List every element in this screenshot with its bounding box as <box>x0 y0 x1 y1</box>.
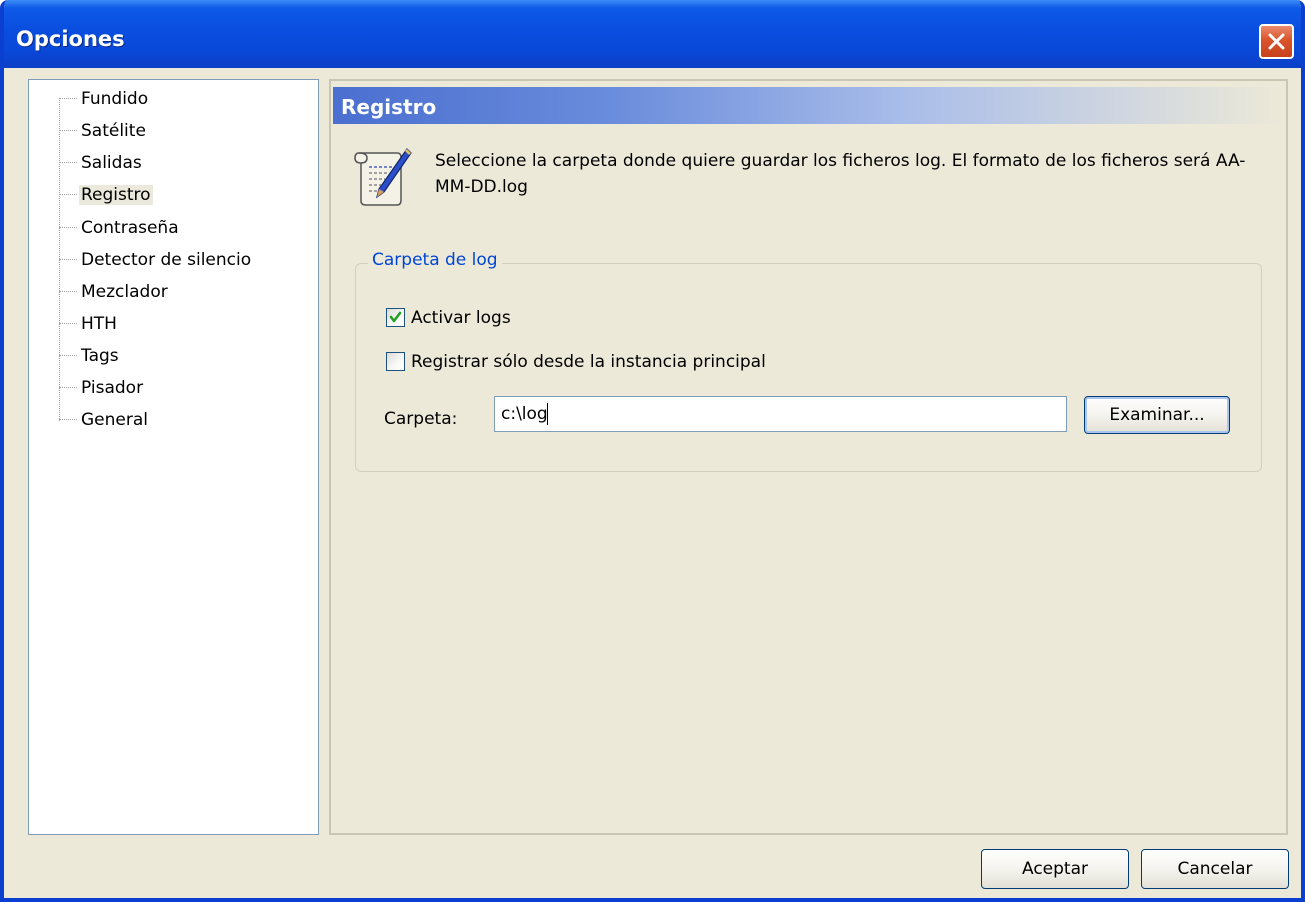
panel-title: Registro <box>341 95 437 119</box>
browse-button[interactable]: Examinar... <box>1084 396 1230 434</box>
group-legend: Carpeta de log <box>368 250 502 270</box>
tree-item-hth[interactable]: HTH <box>59 309 123 339</box>
options-tree[interactable]: Fundido Satélite Salidas Registro Contra… <box>28 79 319 835</box>
panel-header: Registro <box>333 87 1284 124</box>
tree-item-registro[interactable]: Registro <box>59 180 157 210</box>
tree-item-satelite[interactable]: Satélite <box>59 116 152 146</box>
tree-item-label: Mezclador <box>81 282 168 302</box>
tree-item-label: Tags <box>81 346 119 366</box>
activate-logs-label[interactable]: Activar logs <box>411 308 511 328</box>
tree-item-label: General <box>81 410 148 430</box>
tree-item-fundido[interactable]: Fundido <box>59 84 154 114</box>
tree-item-general[interactable]: General <box>59 405 154 435</box>
tree-item-pisador[interactable]: Pisador <box>59 373 149 403</box>
tree-item-detector-de-silencio[interactable]: Detector de silencio <box>59 245 257 275</box>
log-folder-group: Carpeta de log Activar logs Registrar só… <box>355 250 1262 472</box>
tree-item-label: Fundido <box>81 89 149 109</box>
cancel-button[interactable]: Cancelar <box>1141 849 1289 889</box>
folder-input[interactable]: c:\log <box>494 396 1067 432</box>
folder-label: Carpeta: <box>384 409 458 429</box>
description-text: Seleccione la carpeta donde quiere guard… <box>435 151 1246 197</box>
tree-item-label: HTH <box>81 314 117 334</box>
settings-panel: Registro Seleccione la carpeta donde qui… <box>329 79 1288 835</box>
main-instance-only-label[interactable]: Registrar sólo desde la instancia princi… <box>411 352 766 372</box>
main-instance-only-checkbox[interactable] <box>386 352 405 371</box>
folder-input-value: c:\log <box>501 404 548 424</box>
tree-item-label: Contraseña <box>81 218 179 238</box>
title-bar[interactable]: Opciones <box>4 0 1301 68</box>
activate-logs-checkbox[interactable] <box>386 308 405 327</box>
close-button[interactable] <box>1259 24 1294 59</box>
tree-item-label: Satélite <box>81 121 146 141</box>
tree-item-label: Pisador <box>81 378 144 398</box>
tree-item-tags[interactable]: Tags <box>59 341 125 371</box>
scroll-quill-icon <box>354 148 412 206</box>
tree-item-contrasena[interactable]: Contraseña <box>59 213 185 243</box>
tree-item-label: Detector de silencio <box>81 250 252 270</box>
window-title: Opciones <box>16 27 125 51</box>
ok-button[interactable]: Aceptar <box>981 849 1129 889</box>
tree-item-label: Registro <box>79 185 153 205</box>
options-dialog: Opciones Fundido Satélite Salidas Regist… <box>0 0 1305 902</box>
tree-item-label: Salidas <box>81 153 142 173</box>
close-icon <box>1268 33 1285 50</box>
tree-item-salidas[interactable]: Salidas <box>59 148 148 178</box>
checkmark-icon <box>389 311 402 323</box>
tree-item-mezclador[interactable]: Mezclador <box>59 277 174 307</box>
